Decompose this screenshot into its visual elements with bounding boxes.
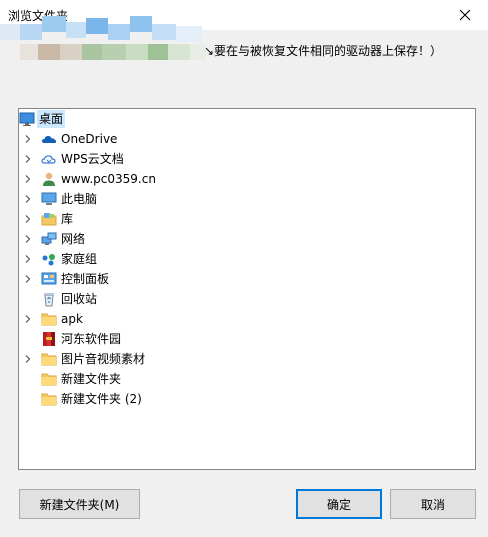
tree-item[interactable]: WPS云文档 (19, 149, 475, 169)
tree-item-label: 家庭组 (61, 252, 98, 266)
chevron-right-icon[interactable] (24, 275, 32, 283)
tree-item-label: 新建文件夹 (61, 372, 122, 386)
archive-icon (43, 332, 55, 346)
pixelated-description (0, 16, 210, 68)
tree-item[interactable]: apk (19, 309, 475, 329)
tree-item-label: 库 (61, 212, 74, 226)
homegroup-icon (42, 254, 55, 266)
chevron-right-icon[interactable] (24, 215, 32, 223)
folder-icon (41, 353, 57, 366)
new-folder-button[interactable]: 新建文件夹(M) (19, 489, 140, 519)
tree-item[interactable]: 控制面板 (19, 269, 475, 289)
tree-item-label: www.pc0359.cn (61, 172, 156, 186)
chevron-right-icon[interactable] (24, 155, 32, 163)
chevron-right-icon[interactable] (24, 195, 32, 203)
control-panel-icon (41, 272, 57, 285)
tree-item[interactable]: 桌面 (19, 109, 475, 129)
tree-item-label: 新建文件夹 (2) (61, 392, 142, 406)
folder-icon (41, 373, 57, 386)
chevron-right-icon[interactable] (24, 135, 32, 143)
tree-item-label: 网络 (61, 232, 86, 246)
tree-item[interactable]: 新建文件夹 (2) (19, 389, 475, 409)
tree-item-label: 此电脑 (61, 192, 98, 206)
chevron-right-icon[interactable] (24, 315, 32, 323)
recycle-bin-icon (44, 293, 54, 307)
tree-item-label: 桌面 (37, 110, 66, 128)
chevron-right-icon[interactable] (24, 255, 32, 263)
cancel-button[interactable]: 取消 (390, 489, 476, 519)
tree-item[interactable]: www.pc0359.cn (19, 169, 475, 189)
network-icon (41, 232, 57, 245)
desktop-icon (19, 112, 35, 126)
folder-icon (41, 393, 57, 406)
onedrive-cloud-icon (42, 136, 57, 143)
chevron-right-icon[interactable] (24, 175, 32, 183)
folder-icon (41, 313, 57, 326)
tree-item[interactable]: 此电脑 (19, 189, 475, 209)
tree-item-label: 河东软件园 (61, 332, 122, 346)
wps-cloud-icon (41, 155, 56, 164)
computer-icon (41, 192, 57, 205)
tree-item[interactable]: 河东软件园 (19, 329, 475, 349)
user-icon (43, 172, 55, 186)
ok-button[interactable]: 确定 (296, 489, 382, 519)
dialog-description: ↘要在与被恢复文件相同的驱动器上保存！） (204, 44, 443, 58)
tree-item[interactable]: 新建文件夹 (19, 369, 475, 389)
tree-item-label: 图片音视频素材 (61, 352, 146, 366)
browse-folder-dialog: 浏览文件夹 ↘要在与被恢复文件相同的驱动器上保存！） 桌面 OneDrive WPS… (0, 0, 488, 537)
close-button[interactable] (442, 0, 488, 30)
tree-item[interactable]: 图片音视频素材 (19, 349, 475, 369)
tree-item-label: 控制面板 (61, 272, 110, 286)
tree-item[interactable]: OneDrive (19, 129, 475, 149)
chevron-right-icon[interactable] (24, 355, 32, 363)
tree-item[interactable]: 回收站 (19, 289, 475, 309)
tree-item-label: 回收站 (61, 292, 98, 306)
tree-item[interactable]: 库 (19, 209, 475, 229)
chevron-right-icon[interactable] (24, 235, 32, 243)
tree-item-label: OneDrive (61, 132, 118, 146)
library-icon (41, 213, 57, 226)
tree-item-label: WPS云文档 (61, 152, 124, 166)
tree-item-label: apk (61, 312, 83, 326)
close-icon (459, 9, 471, 21)
tree-item[interactable]: 家庭组 (19, 249, 475, 269)
folder-tree[interactable]: 桌面 OneDrive WPS云文档 www.pc0359.cn 此电脑库网络家庭组控制… (18, 108, 476, 470)
tree-item[interactable]: 网络 (19, 229, 475, 249)
